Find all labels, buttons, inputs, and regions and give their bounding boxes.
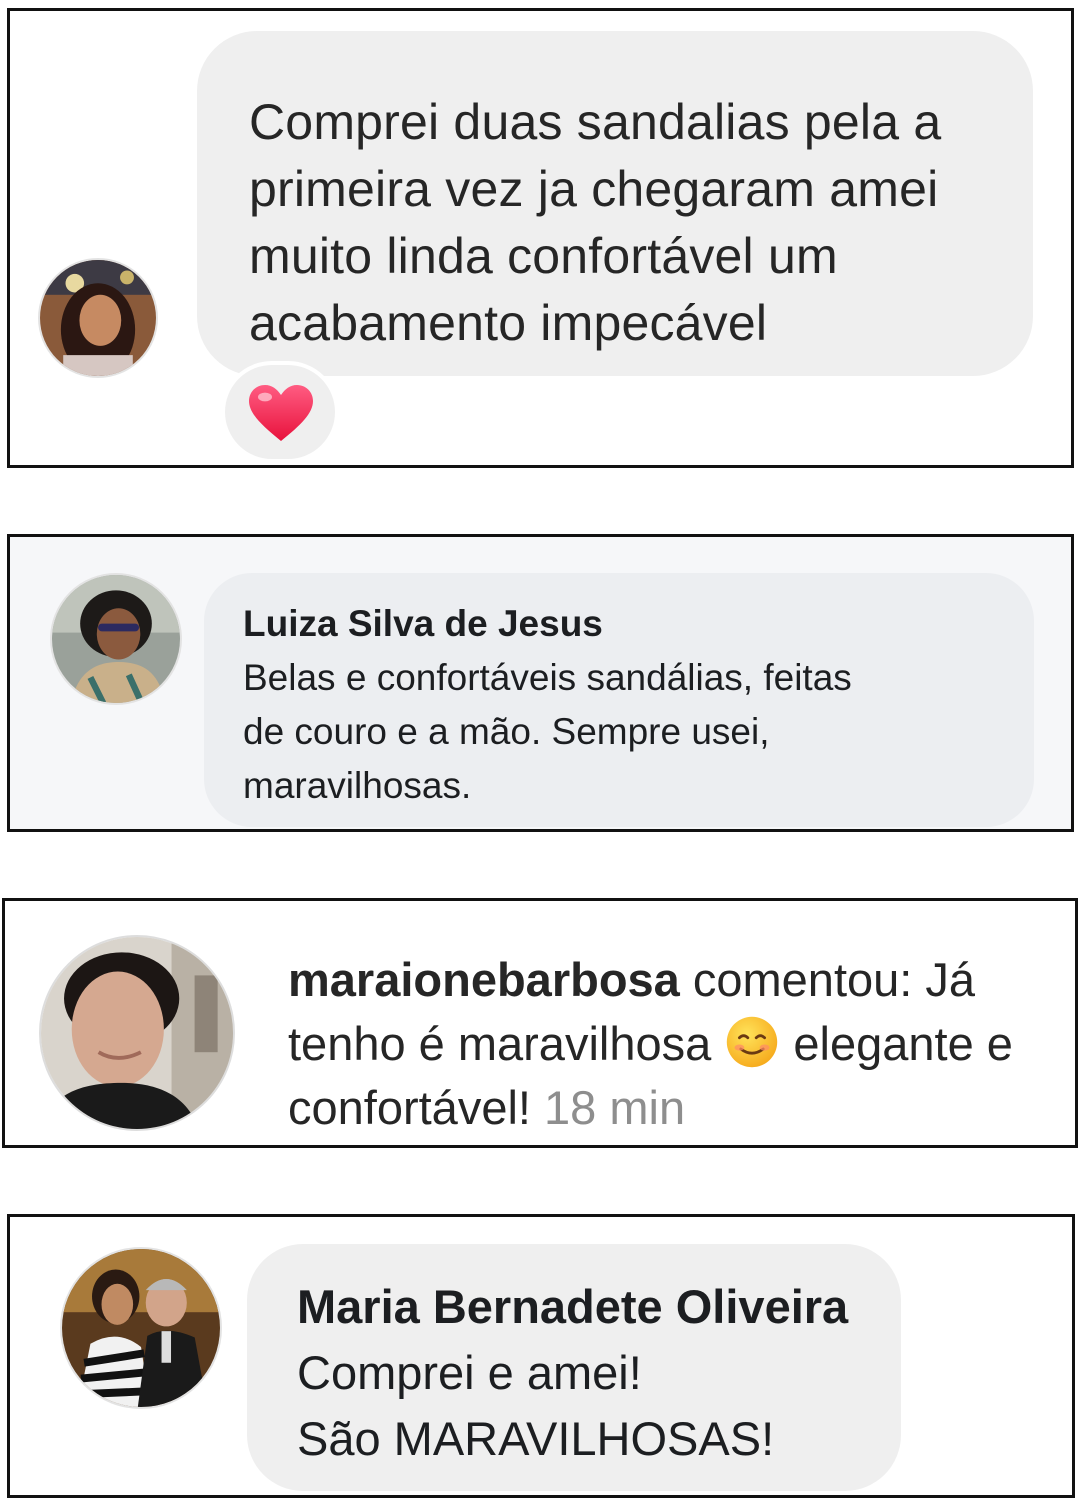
- comment-text-line: muito linda confortável um: [249, 228, 838, 284]
- comment-timestamp[interactable]: 18 min: [544, 1081, 685, 1134]
- comment-text-segment: tenho é maravilhosa: [288, 1017, 725, 1070]
- comment-card-3: maraionebarbosa comentou: Já tenho é mar…: [2, 898, 1078, 1148]
- comment-card-4: Maria Bernadete Oliveira Comprei e amei!…: [7, 1214, 1075, 1498]
- avatar[interactable]: [60, 1247, 222, 1409]
- comment-bubble: Luiza Silva de Jesus Belas e confortávei…: [204, 573, 1034, 827]
- comment-author[interactable]: Maria Bernadete Oliveira: [297, 1274, 881, 1340]
- comment-text-line: maravilhosas.: [243, 765, 472, 806]
- comment-text: maraionebarbosa comentou: Já tenho é mar…: [288, 948, 1013, 1140]
- avatar[interactable]: [38, 258, 158, 378]
- comment-text-segment: comentou: Já: [679, 953, 976, 1006]
- comment-text-line: Belas e confortáveis sandálias, feitas: [243, 657, 852, 698]
- comment-text-line: Comprei duas sandalias pela a: [249, 94, 942, 150]
- reaction-badge[interactable]: [221, 361, 339, 463]
- comment-card-1: Comprei duas sandalias pela a primeira v…: [7, 8, 1074, 468]
- comment-text-segment: confortável!: [288, 1081, 545, 1134]
- heart-icon: [249, 385, 313, 441]
- avatar[interactable]: [39, 935, 235, 1131]
- comment-username[interactable]: maraionebarbosa: [288, 953, 680, 1006]
- comment-card-2: Luiza Silva de Jesus Belas e confortávei…: [7, 534, 1074, 832]
- comment-author[interactable]: Luiza Silva de Jesus: [243, 597, 1014, 651]
- comment-bubble: Maria Bernadete Oliveira Comprei e amei!…: [247, 1244, 901, 1491]
- comment-text-segment: elegante e: [780, 1017, 1013, 1070]
- comment-text-line: confortável! 18 min: [288, 1076, 1013, 1140]
- avatar[interactable]: [50, 573, 182, 705]
- comment-text-line: primeira vez ja chegaram amei: [249, 161, 939, 217]
- smiling-face-icon: [724, 1014, 780, 1070]
- comment-text-line: tenho é maravilhosa elegante e: [288, 1012, 1013, 1076]
- comment-text-line: maraionebarbosa comentou: Já: [288, 948, 1013, 1012]
- comment-text-line: acabamento impecável: [249, 295, 768, 351]
- comment-text-line: de couro e a mão. Sempre usei,: [243, 711, 770, 752]
- comment-text-line: São MARAVILHOSAS!: [297, 1412, 775, 1465]
- comment-text-line: Comprei e amei!: [297, 1346, 642, 1399]
- comment-bubble: Comprei duas sandalias pela a primeira v…: [197, 31, 1033, 376]
